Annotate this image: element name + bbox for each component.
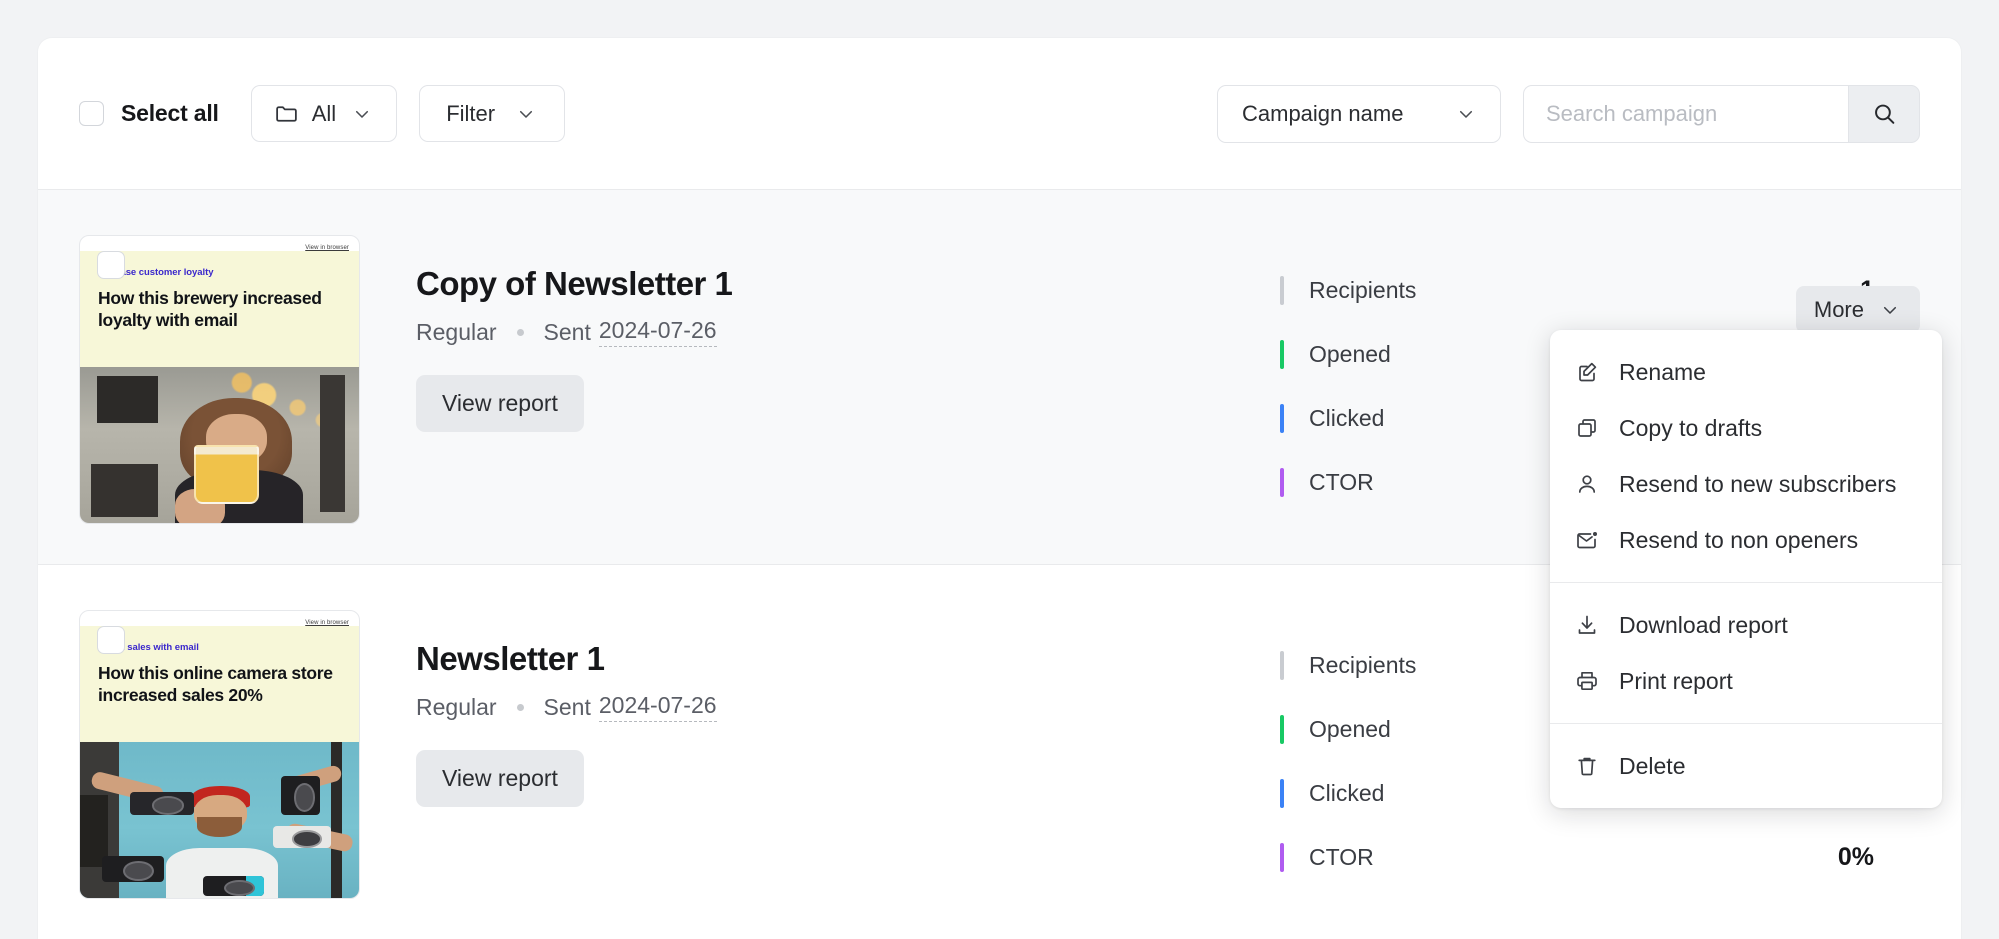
user-icon — [1574, 472, 1599, 497]
search-input[interactable] — [1523, 85, 1848, 143]
chevron-down-icon — [513, 101, 538, 126]
menu-item-label: Rename — [1619, 359, 1706, 386]
campaign-meta: Regular Sent 2024-07-26 — [416, 692, 1280, 722]
search-group — [1523, 85, 1920, 143]
thumbnail-headline: How this online camera store increased s… — [98, 662, 341, 706]
thumbnail-eyebrow: Increase customer loyalty — [98, 267, 341, 278]
menu-item-delete[interactable]: Delete — [1550, 738, 1942, 794]
printer-icon — [1574, 669, 1599, 694]
thumbnail-photo-brewery — [80, 367, 359, 523]
chevron-down-icon — [1453, 101, 1478, 126]
toolbar: Select all All Filter — [38, 38, 1961, 190]
folder-filter-label: All — [312, 101, 336, 127]
more-button-label: More — [1814, 297, 1864, 323]
view-in-browser-link: View in browser — [80, 236, 359, 251]
menu-item-print-report[interactable]: Print report — [1550, 653, 1942, 709]
menu-item-label: Print report — [1619, 668, 1733, 695]
trash-icon — [1574, 754, 1599, 779]
view-report-button[interactable]: View report — [416, 750, 584, 807]
download-icon — [1574, 613, 1599, 638]
stat-color-bar — [1280, 340, 1284, 369]
copy-icon — [1574, 416, 1599, 441]
folder-icon — [274, 101, 299, 126]
more-button[interactable]: More — [1796, 286, 1920, 333]
edit-square-icon — [1574, 360, 1599, 385]
more-dropdown-menu: Rename Copy to drafts — [1550, 330, 1942, 808]
meta-separator-dot — [517, 704, 524, 711]
menu-divider — [1550, 582, 1942, 583]
stat-color-bar — [1280, 843, 1284, 872]
chevron-down-icon — [1877, 297, 1902, 322]
stat-color-bar — [1280, 276, 1284, 305]
campaign-select-checkbox[interactable] — [97, 626, 125, 654]
more-button-wrapper: More — [1796, 286, 1920, 333]
search-icon — [1872, 101, 1897, 126]
menu-item-rename[interactable]: Rename — [1550, 344, 1942, 400]
chevron-down-icon — [349, 101, 374, 126]
view-in-browser-link: View in browser — [80, 611, 359, 626]
menu-divider — [1550, 723, 1942, 724]
thumbnail-preview: View in browser Boost sales with email H… — [80, 611, 359, 898]
filter-label: Filter — [446, 101, 495, 127]
thumbnail-headline: How this brewery increased loyalty with … — [98, 287, 341, 331]
menu-item-download-report[interactable]: Download report — [1550, 597, 1942, 653]
stat-color-bar — [1280, 715, 1284, 744]
search-button[interactable] — [1848, 85, 1920, 143]
page-root: Select all All Filter — [0, 0, 1999, 939]
campaign-sent-date[interactable]: 2024-07-26 — [599, 317, 717, 347]
menu-item-copy-to-drafts[interactable]: Copy to drafts — [1550, 400, 1942, 456]
stat-label: Recipients — [1309, 277, 1820, 304]
campaign-select-checkbox[interactable] — [97, 251, 125, 279]
search-field-select-value: Campaign name — [1242, 101, 1403, 127]
campaign-title: Newsletter 1 — [416, 640, 1280, 678]
campaign-type: Regular — [416, 319, 497, 346]
thumbnail-photo-cameras — [80, 742, 359, 898]
menu-item-label: Delete — [1619, 753, 1685, 780]
search-field-select[interactable]: Campaign name — [1217, 85, 1501, 143]
meta-separator-dot — [517, 329, 524, 336]
campaign-thumbnail[interactable]: View in browser Boost sales with email H… — [79, 610, 360, 899]
stat-color-bar — [1280, 651, 1284, 680]
select-all-group[interactable]: Select all — [79, 100, 219, 127]
stat-label: CTOR — [1309, 844, 1820, 871]
menu-item-label: Download report — [1619, 612, 1788, 639]
campaigns-panel: Select all All Filter — [38, 38, 1961, 939]
stat-value: 0% — [1820, 843, 1910, 872]
campaign-thumbnail[interactable]: View in browser Increase customer loyalt… — [79, 235, 360, 524]
menu-item-label: Resend to non openers — [1619, 527, 1858, 554]
campaign-info: Newsletter 1 Regular Sent 2024-07-26 Vie… — [360, 605, 1280, 807]
menu-item-resend-non-openers[interactable]: Resend to non openers — [1550, 512, 1942, 568]
campaign-sent-prefix: Sent — [544, 319, 591, 346]
filter-button[interactable]: Filter — [419, 85, 565, 142]
campaign-meta: Regular Sent 2024-07-26 — [416, 317, 1280, 347]
thumbnail-preview: View in browser Increase customer loyalt… — [80, 236, 359, 523]
mail-dot-icon — [1574, 528, 1599, 553]
campaign-title: Copy of Newsletter 1 — [416, 265, 1280, 303]
select-all-checkbox[interactable] — [79, 101, 104, 126]
stat-color-bar — [1280, 779, 1284, 808]
stat-color-bar — [1280, 468, 1284, 497]
menu-item-resend-new-subscribers[interactable]: Resend to new subscribers — [1550, 456, 1942, 512]
campaign-info: Copy of Newsletter 1 Regular Sent 2024-0… — [360, 230, 1280, 432]
stat-ctor: CTOR 0% — [1280, 825, 1910, 889]
thumbnail-eyebrow: Boost sales with email — [98, 642, 341, 653]
campaign-sent-prefix: Sent — [544, 694, 591, 721]
view-report-button[interactable]: View report — [416, 375, 584, 432]
menu-item-label: Resend to new subscribers — [1619, 471, 1896, 498]
folder-filter-button[interactable]: All — [251, 85, 397, 142]
stat-color-bar — [1280, 404, 1284, 433]
menu-item-label: Copy to drafts — [1619, 415, 1762, 442]
campaign-sent-date[interactable]: 2024-07-26 — [599, 692, 717, 722]
select-all-label: Select all — [121, 100, 219, 127]
campaign-type: Regular — [416, 694, 497, 721]
